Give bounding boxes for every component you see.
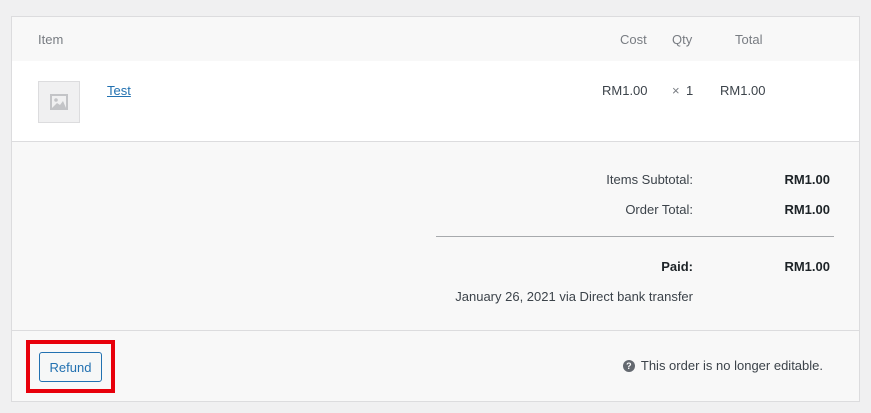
- payment-date-method: January 26, 2021 via Direct bank transfe…: [455, 289, 693, 304]
- header-total: Total: [735, 32, 763, 47]
- header-qty: Qty: [672, 32, 693, 47]
- order-actions-footer: Refund ? This order is no longer editabl…: [12, 330, 859, 402]
- refund-highlight-box: [26, 340, 115, 393]
- not-editable-notice: ? This order is no longer editable.: [622, 358, 823, 373]
- help-icon: ?: [622, 359, 635, 372]
- order-totals: Items Subtotal: RM1.00 Order Total: RM1.…: [12, 142, 859, 332]
- item-total: RM1.00: [720, 83, 766, 98]
- items-subtotal-label: Items Subtotal:: [606, 172, 693, 187]
- order-total-value: RM1.00: [784, 202, 830, 217]
- table-row: Test RM1.00 × 1 RM1.00: [12, 61, 859, 142]
- product-name-link[interactable]: Test: [107, 83, 131, 98]
- order-items-panel: Item Cost Qty Total Test RM1.00 × 1 RM1.…: [11, 16, 860, 402]
- table-header: Item Cost Qty Total: [12, 17, 859, 61]
- header-item: Item: [38, 32, 64, 47]
- totals-divider: [436, 236, 834, 237]
- paid-label: Paid:: [661, 259, 693, 274]
- paid-value: RM1.00: [784, 259, 830, 274]
- order-total-label: Order Total:: [625, 202, 693, 217]
- item-qty: 1: [686, 83, 694, 98]
- not-editable-text: This order is no longer editable.: [640, 358, 823, 373]
- product-thumbnail: [38, 81, 80, 123]
- header-cost: Cost: [620, 32, 647, 47]
- items-subtotal-value: RM1.00: [784, 172, 830, 187]
- image-placeholder-icon: [50, 94, 68, 110]
- qty-multiplier: ×: [672, 83, 680, 98]
- item-cost: RM1.00: [602, 83, 648, 98]
